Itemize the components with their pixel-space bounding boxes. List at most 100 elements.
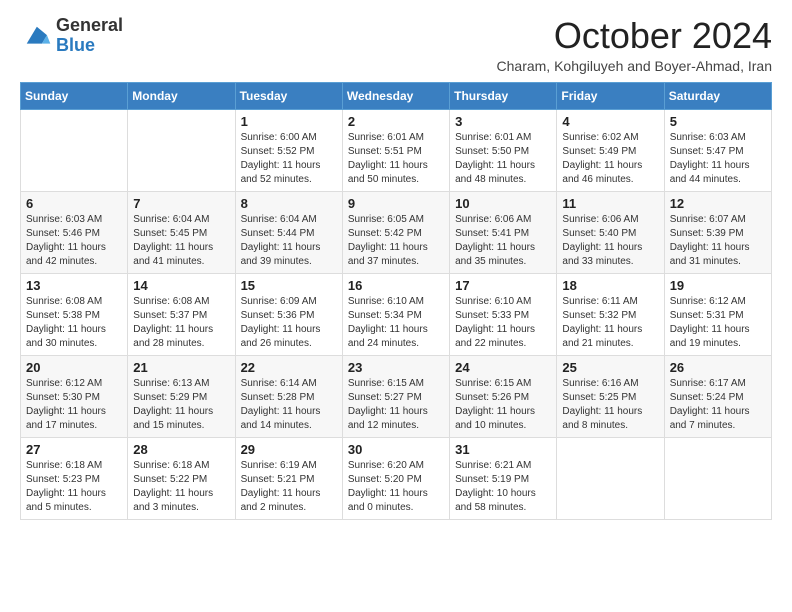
daylight-text: Daylight: 11 hours and 52 minutes.: [241, 160, 321, 185]
calendar-week-3: 13 Sunrise: 6:08 AM Sunset: 5:38 PM Dayl…: [21, 273, 772, 355]
logo-text: General Blue: [56, 16, 123, 56]
daylight-text: Daylight: 11 hours and 10 minutes.: [455, 406, 535, 431]
sunset-text: Sunset: 5:38 PM: [26, 310, 100, 321]
calendar-cell: 26 Sunrise: 6:17 AM Sunset: 5:24 PM Dayl…: [664, 355, 771, 437]
day-info: Sunrise: 6:09 AM Sunset: 5:36 PM Dayligh…: [241, 295, 337, 351]
day-info: Sunrise: 6:01 AM Sunset: 5:50 PM Dayligh…: [455, 131, 551, 187]
day-number: 8: [241, 196, 337, 211]
daylight-text: Daylight: 11 hours and 12 minutes.: [348, 406, 428, 431]
day-info: Sunrise: 6:20 AM Sunset: 5:20 PM Dayligh…: [348, 459, 444, 515]
day-number: 9: [348, 196, 444, 211]
calendar-week-2: 6 Sunrise: 6:03 AM Sunset: 5:46 PM Dayli…: [21, 191, 772, 273]
day-info: Sunrise: 6:00 AM Sunset: 5:52 PM Dayligh…: [241, 131, 337, 187]
sunrise-text: Sunrise: 6:07 AM: [670, 214, 746, 225]
sunrise-text: Sunrise: 6:08 AM: [133, 296, 209, 307]
logo-icon: [20, 20, 52, 52]
calendar-cell: 11 Sunrise: 6:06 AM Sunset: 5:40 PM Dayl…: [557, 191, 664, 273]
sunset-text: Sunset: 5:52 PM: [241, 146, 315, 157]
day-number: 21: [133, 360, 229, 375]
calendar-cell: 30 Sunrise: 6:20 AM Sunset: 5:20 PM Dayl…: [342, 437, 449, 519]
daylight-text: Daylight: 10 hours and 58 minutes.: [455, 488, 536, 513]
sunset-text: Sunset: 5:32 PM: [562, 310, 636, 321]
daylight-text: Daylight: 11 hours and 30 minutes.: [26, 324, 106, 349]
sunrise-text: Sunrise: 6:15 AM: [348, 378, 424, 389]
daylight-text: Daylight: 11 hours and 21 minutes.: [562, 324, 642, 349]
calendar-cell: 2 Sunrise: 6:01 AM Sunset: 5:51 PM Dayli…: [342, 109, 449, 191]
calendar-cell: 7 Sunrise: 6:04 AM Sunset: 5:45 PM Dayli…: [128, 191, 235, 273]
day-number: 18: [562, 278, 658, 293]
calendar-cell: 24 Sunrise: 6:15 AM Sunset: 5:26 PM Dayl…: [450, 355, 557, 437]
daylight-text: Daylight: 11 hours and 39 minutes.: [241, 242, 321, 267]
day-info: Sunrise: 6:01 AM Sunset: 5:51 PM Dayligh…: [348, 131, 444, 187]
calendar-cell: 27 Sunrise: 6:18 AM Sunset: 5:23 PM Dayl…: [21, 437, 128, 519]
day-info: Sunrise: 6:19 AM Sunset: 5:21 PM Dayligh…: [241, 459, 337, 515]
sunrise-text: Sunrise: 6:16 AM: [562, 378, 638, 389]
calendar-cell: 6 Sunrise: 6:03 AM Sunset: 5:46 PM Dayli…: [21, 191, 128, 273]
day-info: Sunrise: 6:04 AM Sunset: 5:45 PM Dayligh…: [133, 213, 229, 269]
header-friday: Friday: [557, 82, 664, 109]
day-number: 13: [26, 278, 122, 293]
calendar-table: Sunday Monday Tuesday Wednesday Thursday…: [20, 82, 772, 520]
day-info: Sunrise: 6:03 AM Sunset: 5:46 PM Dayligh…: [26, 213, 122, 269]
day-info: Sunrise: 6:13 AM Sunset: 5:29 PM Dayligh…: [133, 377, 229, 433]
sunrise-text: Sunrise: 6:21 AM: [455, 460, 531, 471]
sunrise-text: Sunrise: 6:13 AM: [133, 378, 209, 389]
sunset-text: Sunset: 5:41 PM: [455, 228, 529, 239]
calendar-cell: [21, 109, 128, 191]
calendar-cell: [557, 437, 664, 519]
day-info: Sunrise: 6:06 AM Sunset: 5:41 PM Dayligh…: [455, 213, 551, 269]
location-subtitle: Charam, Kohgiluyeh and Boyer-Ahmad, Iran: [497, 58, 772, 74]
calendar-cell: 29 Sunrise: 6:19 AM Sunset: 5:21 PM Dayl…: [235, 437, 342, 519]
sunrise-text: Sunrise: 6:03 AM: [26, 214, 102, 225]
sunrise-text: Sunrise: 6:09 AM: [241, 296, 317, 307]
sunrise-text: Sunrise: 6:20 AM: [348, 460, 424, 471]
daylight-text: Daylight: 11 hours and 14 minutes.: [241, 406, 321, 431]
sunrise-text: Sunrise: 6:04 AM: [133, 214, 209, 225]
calendar-cell: 1 Sunrise: 6:00 AM Sunset: 5:52 PM Dayli…: [235, 109, 342, 191]
sunrise-text: Sunrise: 6:18 AM: [26, 460, 102, 471]
day-number: 4: [562, 114, 658, 129]
header-saturday: Saturday: [664, 82, 771, 109]
day-info: Sunrise: 6:03 AM Sunset: 5:47 PM Dayligh…: [670, 131, 766, 187]
day-info: Sunrise: 6:18 AM Sunset: 5:23 PM Dayligh…: [26, 459, 122, 515]
sunset-text: Sunset: 5:21 PM: [241, 474, 315, 485]
sunset-text: Sunset: 5:46 PM: [26, 228, 100, 239]
daylight-text: Daylight: 11 hours and 0 minutes.: [348, 488, 428, 513]
day-number: 26: [670, 360, 766, 375]
calendar-cell: 14 Sunrise: 6:08 AM Sunset: 5:37 PM Dayl…: [128, 273, 235, 355]
day-number: 7: [133, 196, 229, 211]
sunset-text: Sunset: 5:29 PM: [133, 392, 207, 403]
sunrise-text: Sunrise: 6:04 AM: [241, 214, 317, 225]
sunset-text: Sunset: 5:44 PM: [241, 228, 315, 239]
page-header: General Blue October 2024 Charam, Kohgil…: [20, 16, 772, 74]
calendar-week-5: 27 Sunrise: 6:18 AM Sunset: 5:23 PM Dayl…: [21, 437, 772, 519]
day-info: Sunrise: 6:07 AM Sunset: 5:39 PM Dayligh…: [670, 213, 766, 269]
sunrise-text: Sunrise: 6:18 AM: [133, 460, 209, 471]
day-number: 10: [455, 196, 551, 211]
daylight-text: Daylight: 11 hours and 33 minutes.: [562, 242, 642, 267]
sunset-text: Sunset: 5:23 PM: [26, 474, 100, 485]
sunset-text: Sunset: 5:24 PM: [670, 392, 744, 403]
day-number: 27: [26, 442, 122, 457]
header-row: Sunday Monday Tuesday Wednesday Thursday…: [21, 82, 772, 109]
calendar-body: 1 Sunrise: 6:00 AM Sunset: 5:52 PM Dayli…: [21, 109, 772, 519]
logo-general: General: [56, 16, 123, 36]
day-number: 30: [348, 442, 444, 457]
day-number: 19: [670, 278, 766, 293]
calendar-cell: 17 Sunrise: 6:10 AM Sunset: 5:33 PM Dayl…: [450, 273, 557, 355]
calendar-cell: 10 Sunrise: 6:06 AM Sunset: 5:41 PM Dayl…: [450, 191, 557, 273]
day-number: 29: [241, 442, 337, 457]
header-tuesday: Tuesday: [235, 82, 342, 109]
calendar-cell: 19 Sunrise: 6:12 AM Sunset: 5:31 PM Dayl…: [664, 273, 771, 355]
sunset-text: Sunset: 5:20 PM: [348, 474, 422, 485]
calendar-cell: 9 Sunrise: 6:05 AM Sunset: 5:42 PM Dayli…: [342, 191, 449, 273]
sunrise-text: Sunrise: 6:05 AM: [348, 214, 424, 225]
daylight-text: Daylight: 11 hours and 44 minutes.: [670, 160, 750, 185]
day-number: 23: [348, 360, 444, 375]
day-number: 5: [670, 114, 766, 129]
day-info: Sunrise: 6:06 AM Sunset: 5:40 PM Dayligh…: [562, 213, 658, 269]
calendar-cell: 23 Sunrise: 6:15 AM Sunset: 5:27 PM Dayl…: [342, 355, 449, 437]
sunset-text: Sunset: 5:22 PM: [133, 474, 207, 485]
day-info: Sunrise: 6:16 AM Sunset: 5:25 PM Dayligh…: [562, 377, 658, 433]
calendar-cell: 3 Sunrise: 6:01 AM Sunset: 5:50 PM Dayli…: [450, 109, 557, 191]
